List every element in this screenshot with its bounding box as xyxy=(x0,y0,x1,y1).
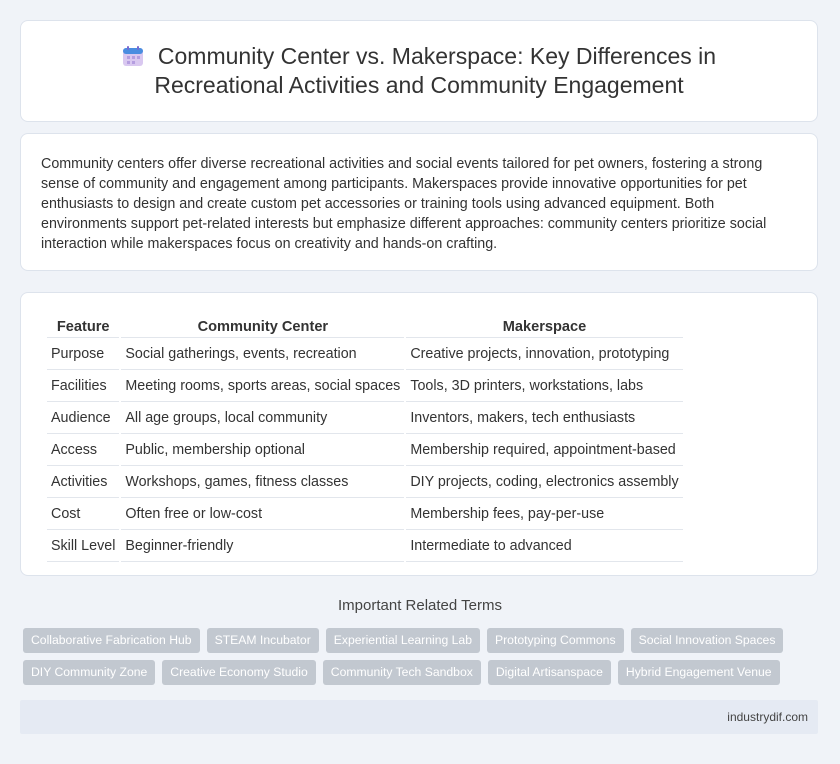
table-row: Audience All age groups, local community… xyxy=(47,404,683,434)
feature-cell: Skill Level xyxy=(47,532,120,562)
related-term-tag[interactable]: DIY Community Zone xyxy=(23,660,156,685)
community-center-cell: Meeting rooms, sports areas, social spac… xyxy=(121,372,405,402)
makerspace-cell: Membership fees, pay-per-use xyxy=(406,500,683,530)
related-term-tag[interactable]: Experiential Learning Lab xyxy=(325,628,480,653)
feature-cell: Purpose xyxy=(47,340,120,370)
comparison-card: Feature Community Center Makerspace Purp… xyxy=(20,292,818,576)
footer-site-link[interactable]: industrydif.com xyxy=(727,710,808,724)
table-row: Facilities Meeting rooms, sports areas, … xyxy=(47,372,683,402)
related-term-tag[interactable]: Digital Artisanspace xyxy=(487,660,611,685)
page-title: Community Center vs. Makerspace: Key Dif… xyxy=(154,43,717,98)
intro-card: Community centers offer diverse recreati… xyxy=(20,133,818,271)
related-term-tag[interactable]: Hybrid Engagement Venue xyxy=(617,660,780,685)
table-row: Activities Workshops, games, fitness cla… xyxy=(47,468,683,498)
feature-cell: Access xyxy=(47,436,120,466)
table-row: Access Public, membership optional Membe… xyxy=(47,436,683,466)
feature-cell: Facilities xyxy=(47,372,120,402)
makerspace-cell: Tools, 3D printers, workstations, labs xyxy=(406,372,683,402)
related-term-tag[interactable]: Social Innovation Spaces xyxy=(630,628,784,653)
makerspace-cell: Intermediate to advanced xyxy=(406,532,683,562)
header-makerspace: Makerspace xyxy=(406,315,683,338)
table-row: Skill Level Beginner-friendly Intermedia… xyxy=(47,532,683,562)
feature-cell: Activities xyxy=(47,468,120,498)
header-feature: Feature xyxy=(47,315,120,338)
header-community-center: Community Center xyxy=(121,315,405,338)
community-center-cell: Public, membership optional xyxy=(121,436,405,466)
community-center-cell: Social gatherings, events, recreation xyxy=(121,340,405,370)
community-center-cell: Workshops, games, fitness classes xyxy=(121,468,405,498)
related-terms-heading: Important Related Terms xyxy=(338,597,502,614)
title-card: Community Center vs. Makerspace: Key Dif… xyxy=(20,20,818,122)
table-row: Purpose Social gatherings, events, recre… xyxy=(47,340,683,370)
makerspace-cell: DIY projects, coding, electronics assemb… xyxy=(406,468,683,498)
related-terms-list: Collaborative Fabrication Hub STEAM Incu… xyxy=(23,628,813,692)
community-center-cell: Beginner-friendly xyxy=(121,532,405,562)
related-term-tag[interactable]: STEAM Incubator xyxy=(206,628,319,653)
table-header-row: Feature Community Center Makerspace xyxy=(47,315,683,338)
tag-row: DIY Community Zone Creative Economy Stud… xyxy=(23,660,813,685)
intro-paragraph: Community centers offer diverse recreati… xyxy=(41,156,767,252)
related-term-tag[interactable]: Community Tech Sandbox xyxy=(322,660,481,685)
makerspace-cell: Creative projects, innovation, prototypi… xyxy=(406,340,683,370)
footer-bar: industrydif.com xyxy=(20,700,818,734)
community-center-cell: All age groups, local community xyxy=(121,404,405,434)
page-title-container: Community Center vs. Makerspace: Key Dif… xyxy=(79,42,759,100)
community-center-cell: Often free or low-cost xyxy=(121,500,405,530)
related-term-tag[interactable]: Prototyping Commons xyxy=(486,628,624,653)
makerspace-cell: Inventors, makers, tech enthusiasts xyxy=(406,404,683,434)
table-row: Cost Often free or low-cost Membership f… xyxy=(47,500,683,530)
related-term-tag[interactable]: Collaborative Fabrication Hub xyxy=(23,628,200,653)
tag-row: Collaborative Fabrication Hub STEAM Incu… xyxy=(23,628,813,653)
feature-cell: Cost xyxy=(47,500,120,530)
calendar-icon xyxy=(122,46,143,66)
comparison-table: Feature Community Center Makerspace Purp… xyxy=(45,313,685,564)
related-term-tag[interactable]: Creative Economy Studio xyxy=(162,660,316,685)
feature-cell: Audience xyxy=(47,404,120,434)
makerspace-cell: Membership required, appointment-based xyxy=(406,436,683,466)
